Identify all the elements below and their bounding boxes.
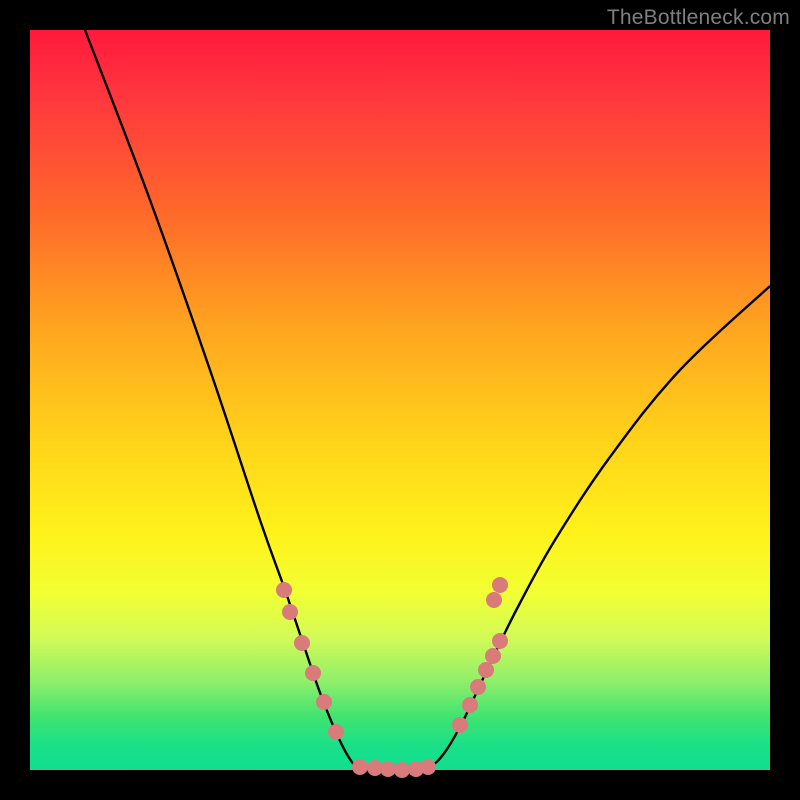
outer-black-frame: TheBottleneck.com: [0, 0, 800, 800]
floor-marker: [352, 759, 368, 775]
right-marker: [470, 679, 486, 695]
marker-group: [276, 577, 508, 778]
left-marker: [282, 604, 298, 620]
watermark-text: TheBottleneck.com: [607, 6, 790, 30]
left-marker: [294, 635, 310, 651]
left-marker: [316, 694, 332, 710]
right-marker: [462, 697, 478, 713]
right-marker: [485, 648, 501, 664]
chart-svg: [30, 30, 770, 770]
left-marker: [276, 582, 292, 598]
right-marker: [478, 662, 494, 678]
gradient-plot-area: [30, 30, 770, 770]
floor-marker: [380, 761, 396, 777]
left-marker: [305, 665, 321, 681]
floor-marker: [420, 759, 436, 775]
right-marker: [492, 577, 508, 593]
left-marker: [328, 724, 344, 740]
right-marker: [452, 717, 468, 733]
curve-group: [85, 30, 770, 770]
bottleneck-curve: [85, 30, 770, 770]
right-marker: [492, 633, 508, 649]
floor-marker: [394, 762, 410, 778]
right-marker: [486, 592, 502, 608]
